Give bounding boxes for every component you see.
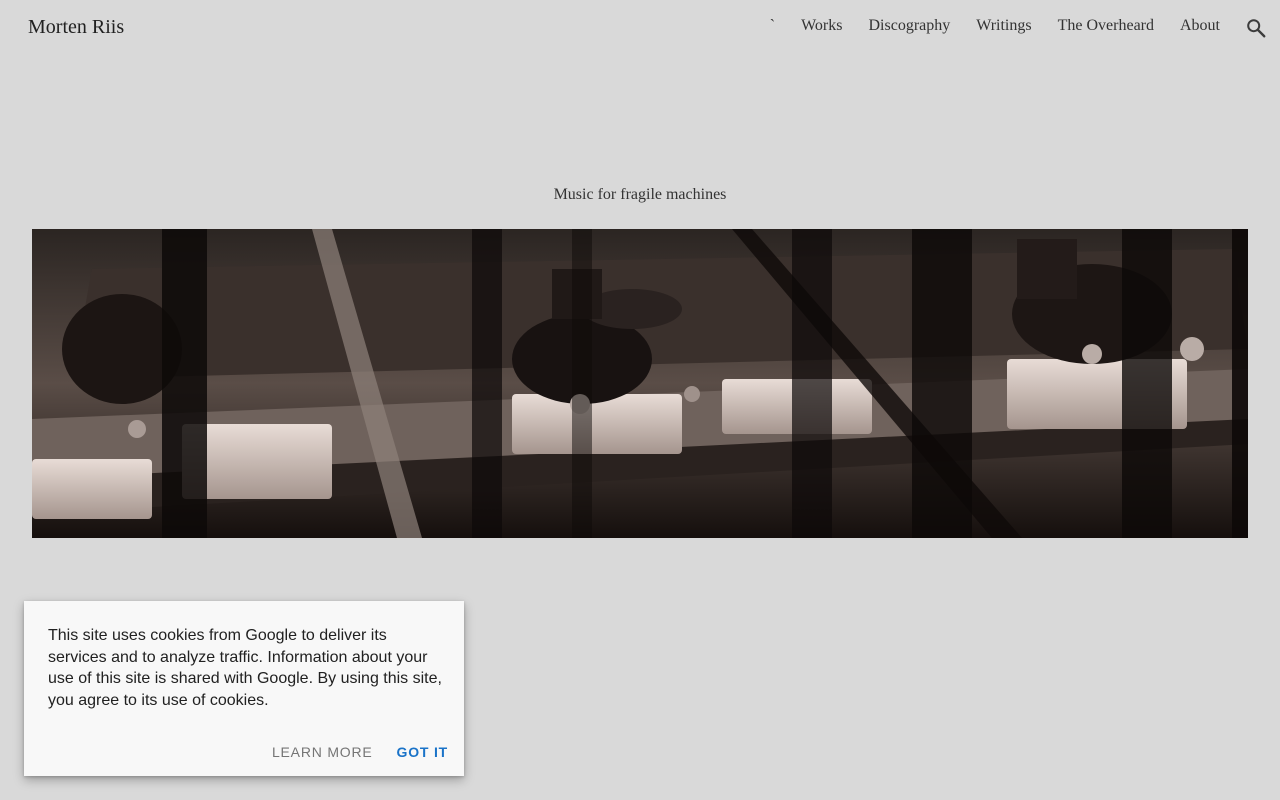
site-header: Morten Riis ` Works Discography Writings… (0, 0, 1280, 56)
hero-image (32, 229, 1248, 538)
nav-item-works[interactable]: Works (801, 17, 842, 35)
nav-item-discography[interactable]: Discography (868, 17, 950, 35)
cookie-actions: LEARN MORE GOT IT (272, 744, 448, 760)
cookie-notice-text: This site uses cookies from Google to de… (48, 627, 442, 709)
nav-item-writings[interactable]: Writings (976, 17, 1031, 35)
site-title[interactable]: Morten Riis (28, 16, 124, 39)
nav-item-backtick[interactable]: ` (770, 17, 775, 35)
nav-item-about[interactable]: About (1180, 17, 1220, 35)
cookie-banner: This site uses cookies from Google to de… (24, 601, 464, 776)
search-icon[interactable] (1245, 17, 1267, 39)
got-it-button[interactable]: GOT IT (397, 744, 448, 760)
learn-more-button[interactable]: LEARN MORE (272, 744, 373, 760)
page-subtitle: Music for fragile machines (553, 186, 727, 203)
nav-item-the-overheard[interactable]: The Overheard (1058, 17, 1154, 35)
main-nav: ` Works Discography Writings The Overhea… (770, 17, 1220, 35)
